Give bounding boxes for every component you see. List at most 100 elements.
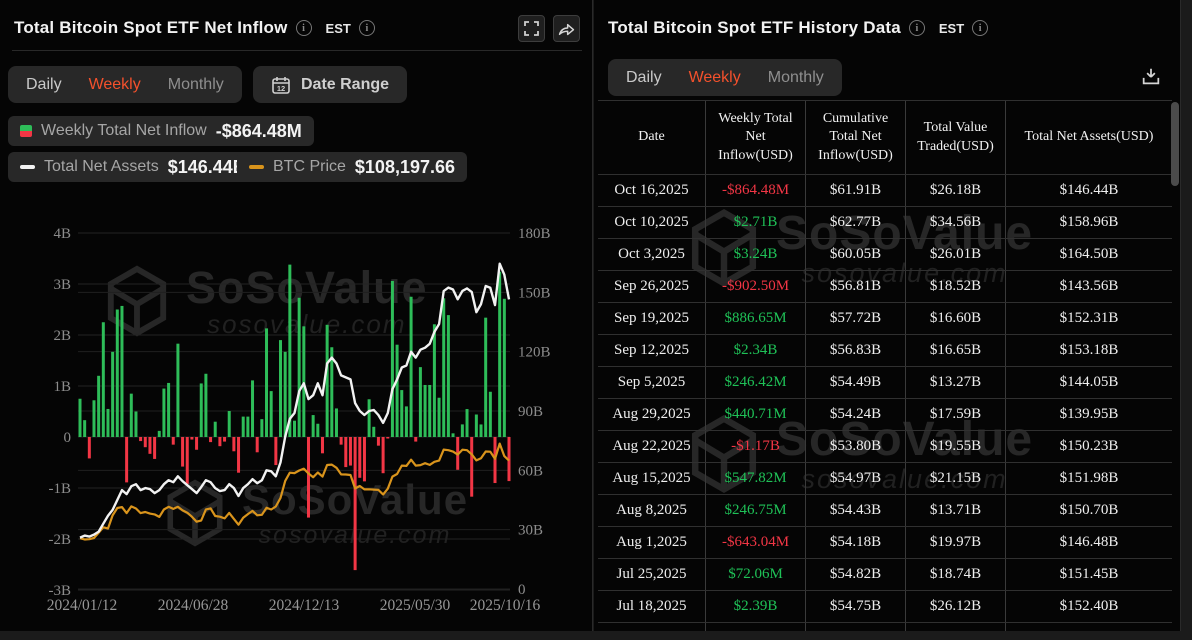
- column-header-weekly-inflow: Weekly Total Net Inflow(USD): [706, 101, 806, 174]
- cell-net-assets: $150.23B: [1006, 431, 1172, 462]
- table-row: Sep 19,2025$886.65M$57.72B$16.60B$152.31…: [598, 303, 1172, 335]
- table-row: Aug 29,2025$440.71M$54.24B$17.59B$139.95…: [598, 399, 1172, 431]
- cell-weekly-inflow: -$643.04M: [706, 527, 806, 558]
- cell-weekly-inflow: $246.42M: [706, 367, 806, 398]
- download-button[interactable]: [1136, 62, 1166, 92]
- table-body: Oct 16,2025-$864.48M$61.91B$26.18B$146.4…: [598, 175, 1172, 631]
- cell-date: Sep 26,2025: [598, 271, 706, 302]
- column-header-cumulative-inflow: Cumulative Total Net Inflow(USD): [806, 101, 906, 174]
- cell-value-traded: $13.27B: [906, 367, 1006, 398]
- cell-value-traded: $21.15B: [906, 463, 1006, 494]
- cell-weekly-inflow: $72.06M: [706, 559, 806, 590]
- svg-text:2024/01/12: 2024/01/12: [47, 597, 118, 614]
- column-header-value-traded: Total Value Traded(USD): [906, 101, 1006, 174]
- table-scrollbar[interactable]: [1171, 102, 1179, 186]
- cell-date: Aug 29,2025: [598, 399, 706, 430]
- table-row: Sep 12,2025$2.34B$56.83B$16.65B$153.18B: [598, 335, 1172, 367]
- net-inflow-chart[interactable]: 4B3B2B1B0-1B-2B-3B180B150B120B90B60B30B0…: [0, 0, 593, 631]
- cell-net-assets: $164.50B: [1006, 239, 1172, 270]
- svg-text:2B: 2B: [53, 328, 71, 344]
- table-row: Oct 16,2025-$864.48M$61.91B$26.18B$146.4…: [598, 175, 1172, 207]
- cell-cumulative-inflow: $62.77B: [806, 207, 906, 238]
- svg-text:0: 0: [518, 582, 526, 598]
- svg-text:60B: 60B: [518, 463, 543, 479]
- inflow-bars: [79, 265, 511, 570]
- svg-text:2025/05/30: 2025/05/30: [380, 597, 451, 614]
- cell-date: Oct 3,2025: [598, 239, 706, 270]
- info-icon[interactable]: i: [972, 20, 988, 36]
- info-icon[interactable]: i: [909, 20, 925, 36]
- svg-text:30B: 30B: [518, 523, 543, 539]
- tab-daily[interactable]: Daily: [626, 69, 662, 87]
- cell-net-assets: $152.31B: [1006, 303, 1172, 334]
- history-data-panel: Total Bitcoin Spot ETF History Data i ES…: [594, 0, 1181, 631]
- tab-weekly[interactable]: Weekly: [689, 69, 741, 87]
- column-header-net-assets: Total Net Assets(USD): [1006, 101, 1172, 174]
- cell-value-traded: $26.01B: [906, 239, 1006, 270]
- cell-value-traded: $19.55B: [906, 431, 1006, 462]
- cell-cumulative-inflow: $54.24B: [806, 399, 906, 430]
- cell-date: Aug 8,2025: [598, 495, 706, 526]
- cell-value-traded: $18.52B: [906, 271, 1006, 302]
- table-row: Jul 25,2025$72.06M$54.82B$18.74B$151.45B: [598, 559, 1172, 591]
- table-title: Total Bitcoin Spot ETF History Data: [608, 18, 901, 38]
- cell-net-assets: $158.96B: [1006, 207, 1172, 238]
- cell-date: Oct 16,2025: [598, 175, 706, 206]
- cell-value-traded: $26.18B: [906, 175, 1006, 206]
- cell-net-assets: $144.05B: [1006, 367, 1172, 398]
- cell-value-traded: $17.59B: [906, 399, 1006, 430]
- table-row: Oct 10,2025$2.71B$62.77B$34.56B$158.96B: [598, 207, 1172, 239]
- table-row: Aug 1,2025-$643.04M$54.18B$19.97B$146.48…: [598, 527, 1172, 559]
- cell-weekly-inflow: $547.82M: [706, 463, 806, 494]
- cell-weekly-inflow: -$1.17B: [706, 431, 806, 462]
- svg-text:-2B: -2B: [49, 532, 72, 548]
- cell-weekly-inflow: $440.71M: [706, 399, 806, 430]
- cell-cumulative-inflow: $57.72B: [806, 303, 906, 334]
- table-row: Sep 26,2025-$902.50M$56.81B$18.52B$143.5…: [598, 271, 1172, 303]
- cell-date: Jul 25,2025: [598, 559, 706, 590]
- history-table: Date Weekly Total Net Inflow(USD) Cumula…: [598, 100, 1172, 631]
- table-row: Aug 8,2025$246.75M$54.43B$13.71B$150.70B: [598, 495, 1172, 527]
- cell-cumulative-inflow: $53.80B: [806, 431, 906, 462]
- svg-text:0: 0: [64, 430, 72, 446]
- cell-weekly-inflow: $3.24B: [706, 239, 806, 270]
- cell-cumulative-inflow: $54.75B: [806, 591, 906, 622]
- cell-cumulative-inflow: $54.43B: [806, 495, 906, 526]
- tab-monthly[interactable]: Monthly: [768, 69, 824, 87]
- table-row: Oct 3,2025$3.24B$60.05B$26.01B$164.50B: [598, 239, 1172, 271]
- btc-price-line: [80, 444, 509, 540]
- svg-text:4B: 4B: [53, 226, 71, 242]
- cell-value-traded: $16.65B: [906, 335, 1006, 366]
- cell-cumulative-inflow: $54.82B: [806, 559, 906, 590]
- cell-date: Aug 22,2025: [598, 431, 706, 462]
- cell-weekly-inflow: $2.71B: [706, 207, 806, 238]
- cell-cumulative-inflow: $56.83B: [806, 335, 906, 366]
- svg-text:1B: 1B: [53, 379, 71, 395]
- cell-cumulative-inflow: $54.18B: [806, 527, 906, 558]
- svg-text:3B: 3B: [53, 277, 71, 293]
- cell-value-traded: $34.56B: [906, 207, 1006, 238]
- cell-date: Jul 18,2025: [598, 591, 706, 622]
- table-header-row: Date Weekly Total Net Inflow(USD) Cumula…: [598, 101, 1172, 175]
- cell-value-traded: $13.71B: [906, 495, 1006, 526]
- cell-value-traded: $19.97B: [906, 527, 1006, 558]
- column-header-date: Date: [598, 101, 706, 174]
- cell-net-assets: $150.70B: [1006, 495, 1172, 526]
- download-icon: [1140, 66, 1162, 88]
- table-row: Jul 18,2025$2.39B$54.75B$26.12B$152.40B: [598, 591, 1172, 623]
- cell-weekly-inflow: -$902.50M: [706, 271, 806, 302]
- cell-date: Sep 12,2025: [598, 335, 706, 366]
- cell-date: Aug 1,2025: [598, 527, 706, 558]
- svg-text:180B: 180B: [518, 226, 551, 242]
- cell-cumulative-inflow: $54.49B: [806, 367, 906, 398]
- right-panel-header: Total Bitcoin Spot ETF History Data i ES…: [608, 12, 1168, 44]
- cell-net-assets: $151.45B: [1006, 559, 1172, 590]
- cell-date: Sep 5,2025: [598, 367, 706, 398]
- table-row: Jul 11,2025$2.72B$52.36B$22.43B$150.60B: [598, 623, 1172, 631]
- svg-text:-1B: -1B: [49, 481, 72, 497]
- cell-cumulative-inflow: $60.05B: [806, 239, 906, 270]
- cell-weekly-inflow: $2.39B: [706, 591, 806, 622]
- cell-weekly-inflow: $2.34B: [706, 335, 806, 366]
- cell-net-assets: $146.44B: [1006, 175, 1172, 206]
- table-row: Sep 5,2025$246.42M$54.49B$13.27B$144.05B: [598, 367, 1172, 399]
